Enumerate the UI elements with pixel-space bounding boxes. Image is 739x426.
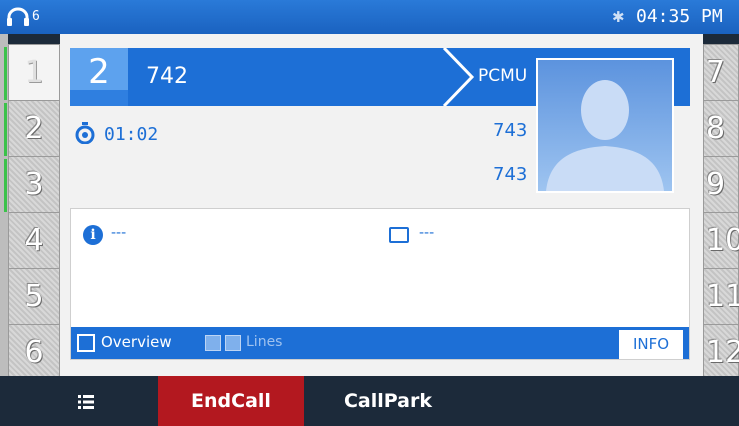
line-key-10[interactable]: 10 bbox=[703, 212, 739, 269]
chevron-right-icon bbox=[442, 48, 475, 106]
line-key-12[interactable]: 12 bbox=[703, 324, 739, 381]
lines-label: Lines bbox=[246, 334, 283, 350]
status-bar: 6 ✱ 04:35 PM bbox=[0, 0, 739, 34]
line-key-6[interactable]: 6 bbox=[8, 324, 60, 381]
contact-card-icon bbox=[389, 227, 409, 243]
clock: 04:35 PM bbox=[636, 6, 723, 27]
line-led bbox=[4, 103, 7, 156]
line-led bbox=[4, 159, 7, 212]
info-panel: i --- --- Overview Lines INFO bbox=[70, 208, 690, 360]
timer-icon bbox=[75, 122, 95, 144]
caller-number: 743 bbox=[493, 120, 528, 141]
bluetooth-icon: ✱ bbox=[612, 8, 625, 26]
line-led bbox=[4, 47, 7, 100]
menu-button[interactable] bbox=[40, 376, 136, 426]
badge-shade bbox=[70, 90, 128, 106]
card-value: --- bbox=[419, 225, 435, 241]
end-call-button[interactable]: EndCall bbox=[158, 376, 304, 426]
call-timer: 01:02 bbox=[104, 124, 159, 145]
line-key-3[interactable]: 3 bbox=[4, 156, 60, 213]
call-park-button[interactable]: CallPark bbox=[318, 376, 458, 426]
line-key-2[interactable]: 2 bbox=[4, 100, 60, 157]
overview-button[interactable]: Overview bbox=[101, 333, 172, 351]
line-key-5[interactable]: 5 bbox=[8, 268, 60, 325]
contact-avatar bbox=[536, 58, 674, 193]
info-icon: i bbox=[83, 225, 103, 245]
codec-label: PCMU bbox=[478, 66, 528, 86]
panel-nav-bar: Overview Lines INFO bbox=[71, 327, 689, 359]
callee-number: 742 bbox=[146, 64, 188, 89]
call-screen: 2 742 PCMU 01:02 743 743 i --- --- Overv… bbox=[60, 34, 703, 376]
line-key-11[interactable]: 11 bbox=[703, 268, 739, 325]
list-menu-icon bbox=[78, 395, 94, 409]
person-silhouette-icon bbox=[546, 80, 664, 191]
tab-info[interactable]: INFO bbox=[619, 330, 683, 359]
line-key-8[interactable]: 8 bbox=[703, 100, 739, 157]
arrow-right-box-icon bbox=[77, 334, 95, 352]
line-number-badge: 2 bbox=[70, 48, 128, 106]
caller-number: 743 bbox=[493, 164, 528, 185]
info-value: --- bbox=[111, 225, 127, 241]
line-key-9[interactable]: 9 bbox=[703, 156, 739, 213]
account-count: 6 bbox=[32, 9, 40, 24]
line-key-4[interactable]: 4 bbox=[8, 212, 60, 269]
line-key-1[interactable]: 1 bbox=[4, 44, 60, 101]
arrow-up-icon[interactable] bbox=[205, 335, 221, 351]
line-number: 2 bbox=[88, 52, 110, 92]
headset-icon bbox=[7, 7, 29, 26]
softkey-bar: EndCall CallPark bbox=[0, 376, 739, 426]
line-key-7[interactable]: 7 bbox=[703, 44, 739, 101]
arrow-down-icon[interactable] bbox=[225, 335, 241, 351]
